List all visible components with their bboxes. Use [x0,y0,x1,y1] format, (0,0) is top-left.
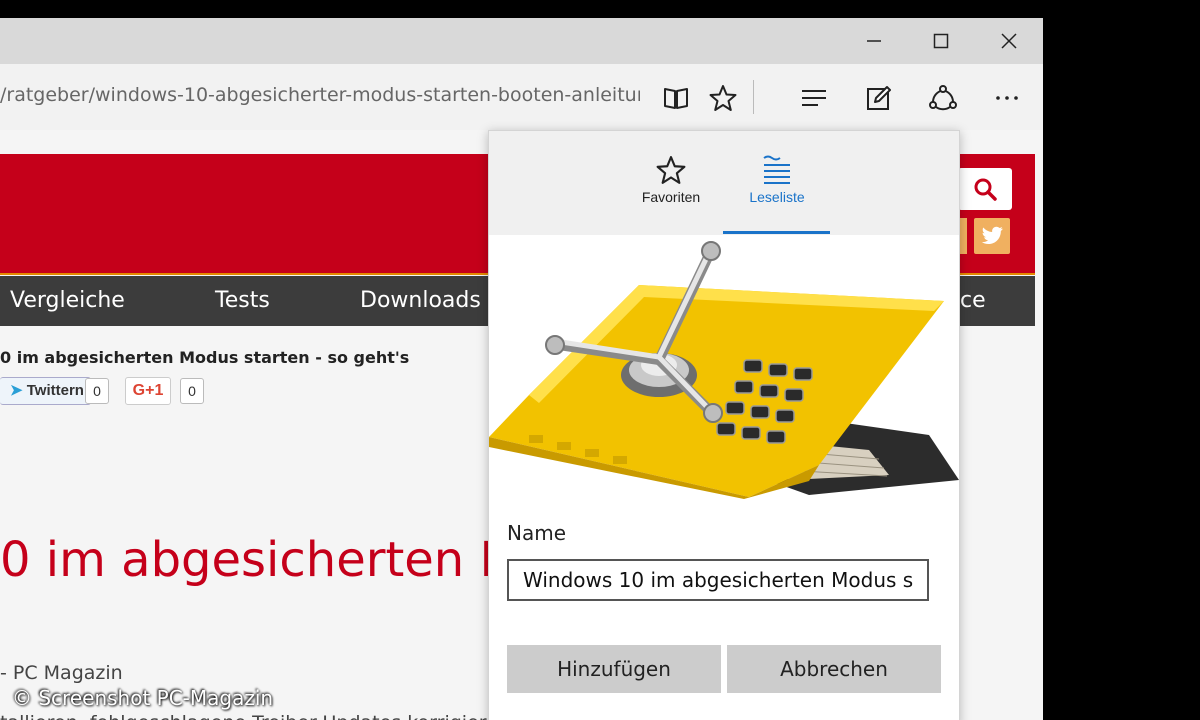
cancel-button[interactable]: Abbrechen [727,645,941,693]
twitter-link[interactable] [974,218,1010,254]
nav-item-downloads[interactable]: Downloads [360,276,481,326]
nav-item-tests[interactable]: Tests [215,276,270,326]
reading-list-icon [763,155,790,184]
web-note-icon[interactable] [857,76,901,120]
twitter-share-button[interactable]: ➤ Twittern [0,377,91,405]
nav-item-vergleiche[interactable]: Vergleiche [10,276,125,326]
article-thumbnail [489,235,959,499]
minimize-icon[interactable] [851,18,897,64]
address-bar: /ratgeber/windows-10-abgesicherter-modus… [0,64,1043,131]
url-field[interactable]: /ratgeber/windows-10-abgesicherter-modus… [0,84,640,110]
gplus-button[interactable]: G+1 [125,377,171,405]
tab-favorites-label: Favoriten [641,189,701,205]
nav-item-partial[interactable]: ce [960,276,986,326]
hub-panel: Favoriten Leseliste Name Windows 10 im a… [488,130,960,720]
hub-tab-bar: Favoriten Leseliste [489,131,959,235]
article-byline: - PC Magazin [0,662,123,684]
gplus-count: 0 [180,378,204,404]
article-headline: 0 im abgesicherten Mo [0,532,551,588]
twitter-icon [981,226,1003,244]
favorite-star-icon[interactable] [701,76,745,120]
maximize-icon[interactable] [918,18,964,64]
add-button[interactable]: Hinzufügen [507,645,721,693]
safe-laptop-image [489,241,959,499]
tab-favorites[interactable]: Favoriten [621,155,721,235]
toolbar-divider [753,80,754,114]
close-icon[interactable] [986,18,1032,64]
site-search-button[interactable] [958,168,1012,210]
reading-view-icon[interactable] [654,76,698,120]
twitter-bird-icon: ➤ [10,382,23,399]
browser-window: /ratgeber/windows-10-abgesicherter-modus… [0,18,1043,720]
share-icon[interactable] [921,76,965,120]
star-icon [656,156,686,184]
twitter-count: 0 [85,378,109,404]
active-tab-indicator [723,231,830,234]
hub-icon[interactable] [792,76,836,120]
twitter-share-label: Twittern [26,382,84,399]
name-input[interactable] [507,559,929,601]
screenshot-watermark: © Screenshot PC-Magazin [12,686,274,710]
more-icon[interactable] [985,76,1029,120]
title-bar [0,18,1043,64]
article-breadcrumb: 0 im abgesicherten Modus starten - so ge… [0,348,410,367]
search-icon [974,178,997,201]
tab-reading-list[interactable]: Leseliste [727,155,827,235]
name-label: Name [507,521,567,545]
tab-reading-list-label: Leseliste [749,189,805,205]
